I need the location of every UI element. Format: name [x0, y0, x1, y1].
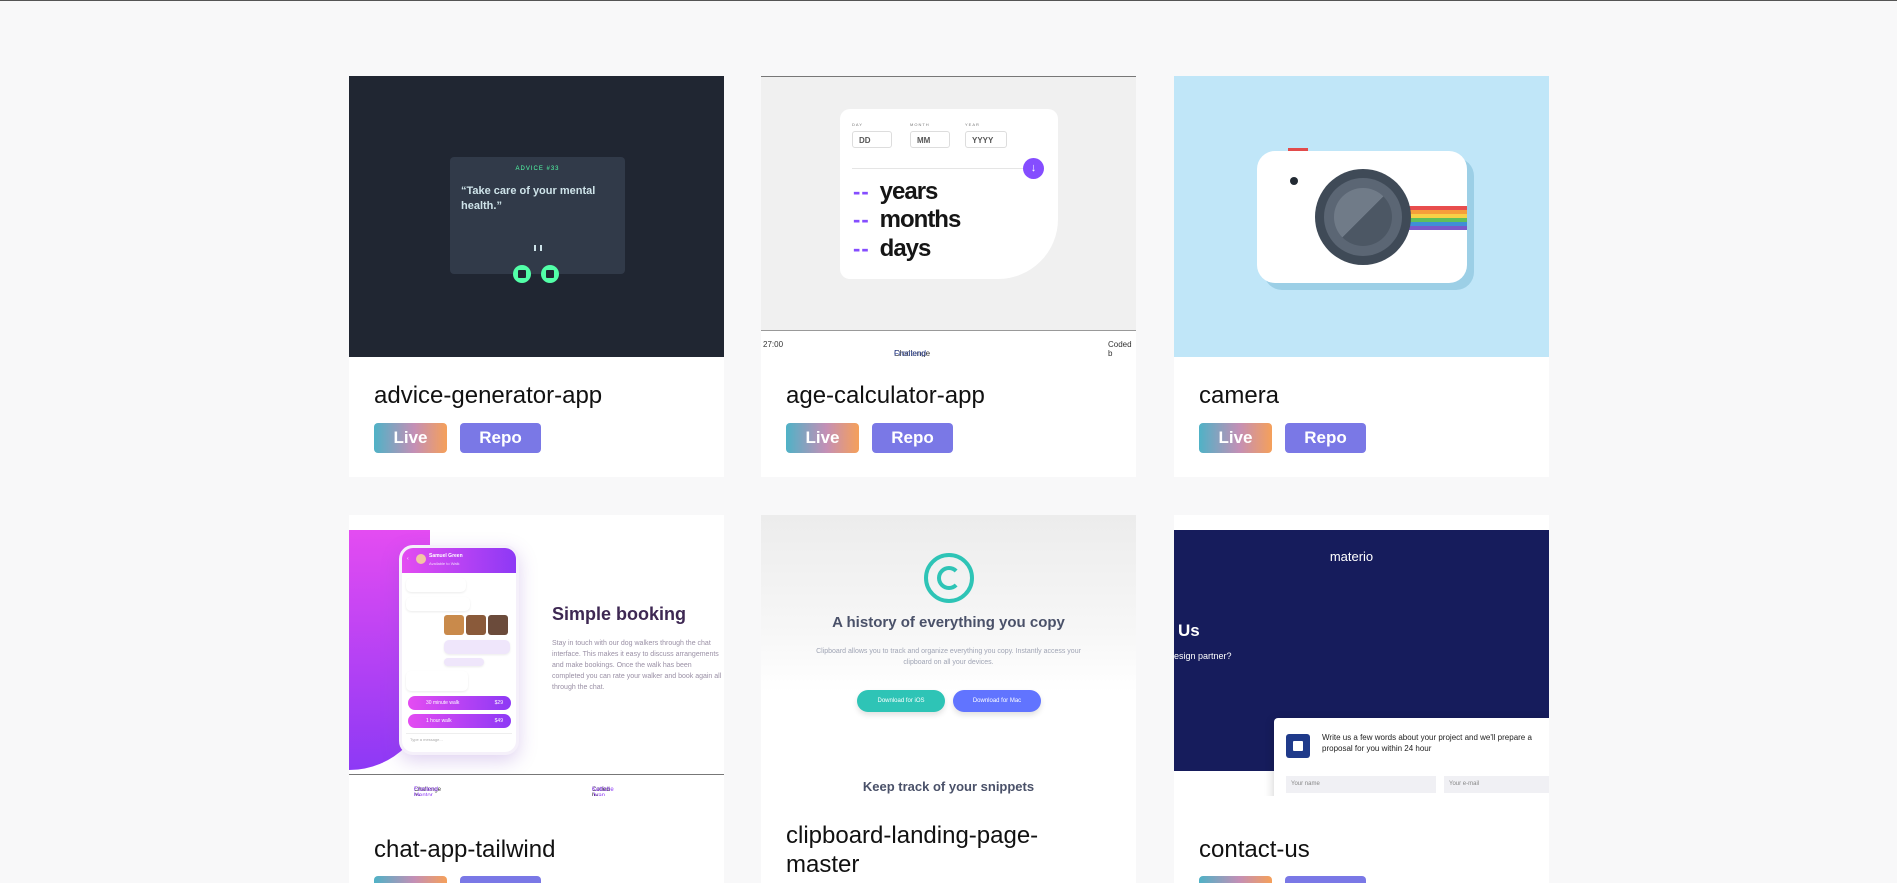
project-card-camera: camera Live Repo: [1174, 76, 1549, 477]
month-label: MONTH: [910, 122, 930, 127]
year-input: YYYY: [965, 131, 1007, 148]
section-heading: Simple booking: [552, 604, 687, 624]
chat-bubble: [406, 578, 466, 592]
repo-button[interactable]: Repo: [872, 423, 953, 453]
days-result: -- days: [853, 235, 931, 262]
chat-bubble: [406, 671, 468, 691]
project-thumbnail[interactable]: materio Us esign partner? Write us a few…: [1174, 515, 1549, 796]
chat-bubble: [406, 597, 470, 611]
message-input: Type a message...: [406, 733, 512, 745]
project-thumbnail[interactable]: [1174, 76, 1549, 357]
advice-box: ADVICE #33 “Take care of your mental hea…: [450, 157, 625, 283]
email-field: Your e-mail: [1444, 776, 1549, 793]
camera-icon: [1257, 151, 1467, 283]
month-input: MM: [910, 131, 950, 148]
project-card-advice: ADVICE #33 “Take care of your mental hea…: [349, 76, 724, 477]
lens-graphic: [1315, 169, 1411, 265]
repo-button[interactable]: Repo: [1285, 423, 1366, 453]
day-label: DAY: [852, 122, 863, 127]
hero-subtext: esign partner?: [1174, 651, 1232, 661]
phone-mockup: ‹ Samuel Green Available to Walk 30 minu…: [399, 545, 519, 755]
repo-button[interactable]: [460, 876, 541, 883]
project-title: camera: [1199, 382, 1280, 409]
live-button[interactable]: Live: [786, 423, 859, 453]
age-form: DAY MONTH YEAR DD MM YYYY ↓ -- years -- mo…: [840, 109, 1058, 279]
dog-photo: [444, 615, 464, 635]
project-thumbnail[interactable]: ‹ Samuel Green Available to Walk 30 minu…: [349, 515, 724, 796]
payment-option-30: 30 minute walk $29: [408, 696, 511, 710]
form-text: Write us a few words about your project …: [1322, 733, 1532, 753]
arrow-down-icon: ↓: [1023, 158, 1044, 179]
contact-name: Samuel Green: [429, 553, 463, 559]
live-button[interactable]: [374, 876, 447, 883]
advice-label: ADVICE #33: [515, 166, 560, 172]
project-title: contact-us: [1199, 836, 1310, 863]
repo-button[interactable]: Repo: [460, 423, 541, 453]
years-result: -- years: [853, 178, 938, 205]
project-card-contact: materio Us esign partner? Write us a few…: [1174, 515, 1549, 883]
hero-text: Clipboard allows you to track and organi…: [816, 648, 1081, 666]
logo: materio: [1329, 549, 1374, 564]
dog-photo: [488, 615, 508, 635]
divider: [852, 168, 1027, 169]
back-icon: ‹: [407, 556, 409, 562]
project-title: age-calculator-app: [786, 382, 985, 409]
flash-dot: [1290, 177, 1298, 185]
chat-bubble-sent: [444, 658, 484, 666]
contact-form: Write us a few words about your project …: [1274, 718, 1549, 796]
hero-heading: Us: [1178, 621, 1200, 640]
project-thumbnail[interactable]: DAY MONTH YEAR DD MM YYYY ↓ -- years -- mo…: [761, 76, 1136, 357]
pause-icon: [534, 245, 542, 251]
dog-photo: [466, 615, 486, 635]
contact-status: Available to Walk: [429, 561, 460, 566]
footer-time: 27:00: [763, 340, 784, 349]
preview-footer: Challenge by Frontend Mentor Coded by Ka…: [349, 774, 724, 796]
section-heading: Keep track of your snippets: [862, 779, 1035, 794]
clipboard-logo-icon: [924, 553, 974, 603]
chat-bubble-sent: [444, 640, 510, 654]
project-card-chat: ‹ Samuel Green Available to Walk 30 minu…: [349, 515, 724, 883]
project-grid: ADVICE #33 “Take care of your mental hea…: [0, 0, 1897, 883]
project-title: advice-generator-app: [374, 382, 603, 409]
preview-footer: 27:00 Challenge by Frontend Mentor Coded…: [761, 330, 1136, 357]
chat-header: ‹ Samuel Green Available to Walk: [402, 548, 516, 573]
project-thumbnail[interactable]: ADVICE #33 “Take care of your mental hea…: [349, 76, 724, 357]
project-title: clipboard-landing-page-master: [786, 822, 1039, 878]
advice-quote: “Take care of your mental health.”: [461, 185, 596, 212]
project-card-age: DAY MONTH YEAR DD MM YYYY ↓ -- years -- mo…: [761, 76, 1136, 477]
name-field: Your name: [1286, 776, 1436, 793]
download-mac-button: Download for Mac: [953, 690, 1041, 712]
footer-coded: Coded b: [1108, 340, 1132, 357]
section-text: Stay in touch with our dog walkers throu…: [552, 640, 722, 691]
repo-button[interactable]: [1285, 876, 1366, 883]
year-label: YEAR: [965, 122, 980, 127]
download-ios-button: Download for iOS: [857, 690, 945, 712]
hero-heading: A history of everything you copy: [832, 614, 1065, 631]
dice-icon: [541, 265, 559, 283]
project-thumbnail[interactable]: A history of everything you copy Clipboa…: [761, 515, 1136, 811]
project-card-clipboard: A history of everything you copy Clipboa…: [761, 515, 1136, 883]
live-button[interactable]: [1199, 876, 1272, 883]
live-button[interactable]: Live: [374, 423, 447, 453]
project-title: chat-app-tailwind: [374, 836, 556, 863]
dice-icon: [513, 265, 531, 283]
mail-icon: [1286, 734, 1310, 758]
day-input: DD: [852, 131, 892, 148]
payment-option-60: 1 hour walk $49: [408, 714, 511, 728]
rainbow-stripes: [1407, 206, 1467, 230]
live-button[interactable]: Live: [1199, 423, 1272, 453]
avatar: [416, 554, 426, 564]
months-result: -- months: [853, 206, 961, 233]
